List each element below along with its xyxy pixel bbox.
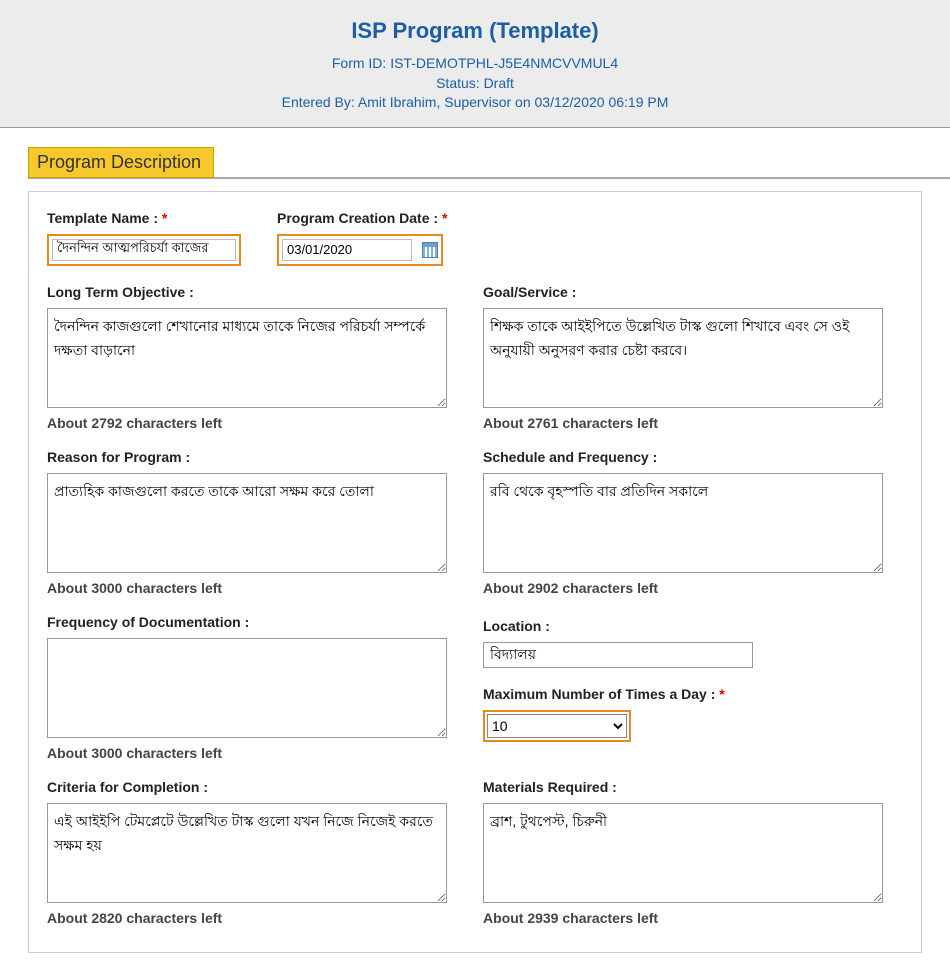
- long-term-objective-label: Long Term Objective :: [47, 284, 467, 300]
- max-times-day-highlight: 10: [483, 710, 631, 742]
- materials-required-counter: About 2939 characters left: [483, 910, 903, 926]
- page-title: ISP Program (Template): [10, 18, 940, 44]
- template-name-highlight: [47, 234, 241, 266]
- goal-service-label: Goal/Service :: [483, 284, 903, 300]
- criteria-completion-label: Criteria for Completion :: [47, 779, 467, 795]
- reason-for-program-counter: About 3000 characters left: [47, 580, 467, 596]
- program-creation-date-label: Program Creation Date : *: [277, 210, 521, 226]
- max-times-day-label: Maximum Number of Times a Day : *: [483, 686, 903, 702]
- schedule-frequency-counter: About 2902 characters left: [483, 580, 903, 596]
- program-creation-date-highlight: [277, 234, 443, 266]
- status-line: Status: Draft: [10, 74, 940, 94]
- goal-service-textarea[interactable]: শিক্ষক তাকে আইইপিতে উল্লেখিত টাস্ক গুলো …: [483, 308, 883, 408]
- criteria-completion-counter: About 2820 characters left: [47, 910, 467, 926]
- form-id-line: Form ID: IST-DEMOTPHL-J5E4NMCVVMUL4: [10, 54, 940, 74]
- entered-by-line: Entered By: Amit Ibrahim, Supervisor on …: [10, 93, 940, 113]
- reason-for-program-label: Reason for Program :: [47, 449, 467, 465]
- page-header: ISP Program (Template) Form ID: IST-DEMO…: [0, 0, 950, 128]
- template-name-input[interactable]: [52, 239, 236, 261]
- max-times-day-select[interactable]: 10: [487, 714, 627, 738]
- calendar-icon[interactable]: [422, 242, 438, 258]
- section-title: Program Description: [28, 147, 214, 178]
- long-term-objective-counter: About 2792 characters left: [47, 415, 467, 431]
- long-term-objective-textarea[interactable]: দৈনন্দিন কাজগুলো শেখানোর মাধ্যমে তাকে নি…: [47, 308, 447, 408]
- section-title-bar: Program Description: [28, 146, 950, 179]
- reason-for-program-textarea[interactable]: প্রাত্যহিক কাজগুলো করতে তাকে আরো সক্ষম ক…: [47, 473, 447, 573]
- goal-service-counter: About 2761 characters left: [483, 415, 903, 431]
- program-creation-date-input[interactable]: [282, 239, 412, 261]
- schedule-frequency-textarea[interactable]: রবি থেকে বৃহস্পতি বার প্রতিদিন সকালে: [483, 473, 883, 573]
- criteria-completion-textarea[interactable]: এই আইইপি টেমপ্লেটে উল্লেখিত টাস্ক গুলো য…: [47, 803, 447, 903]
- frequency-documentation-textarea[interactable]: [47, 638, 447, 738]
- location-input[interactable]: [483, 642, 753, 668]
- materials-required-textarea[interactable]: ব্রাশ, টুথপেস্ট, চিরুনী: [483, 803, 883, 903]
- frequency-documentation-counter: About 3000 characters left: [47, 745, 467, 761]
- frequency-documentation-label: Frequency of Documentation :: [47, 614, 467, 630]
- form-container: Template Name : * Program Creation Date …: [28, 191, 922, 953]
- materials-required-label: Materials Required :: [483, 779, 903, 795]
- location-label: Location :: [483, 618, 903, 634]
- template-name-label: Template Name : *: [47, 210, 261, 226]
- schedule-frequency-label: Schedule and Frequency :: [483, 449, 903, 465]
